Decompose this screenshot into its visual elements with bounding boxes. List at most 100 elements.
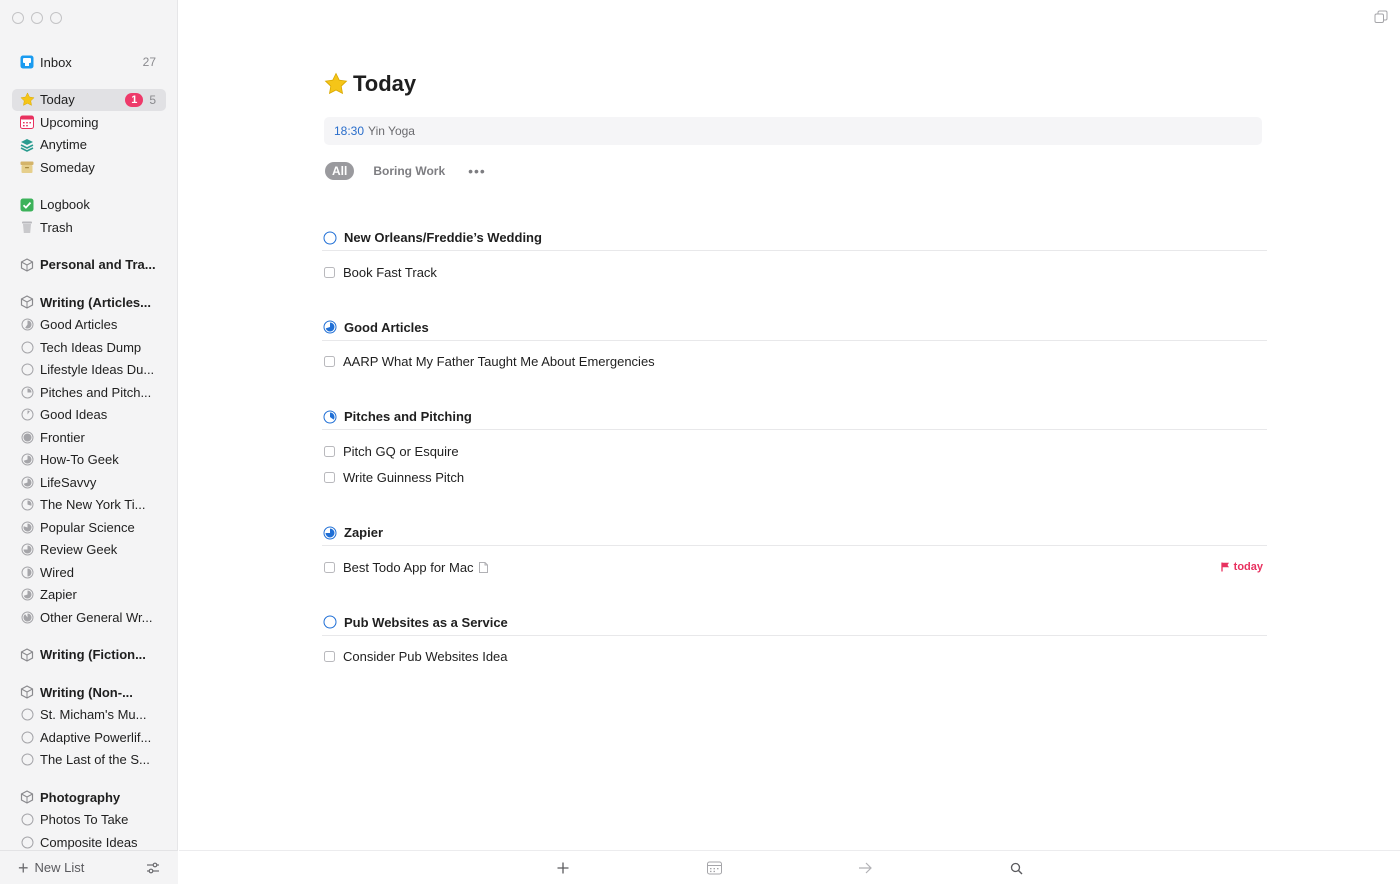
- calendar-event[interactable]: 18:30 Yin Yoga: [324, 117, 1262, 145]
- sidebar-project-item[interactable]: How-To Geek: [12, 449, 166, 472]
- task-row[interactable]: Write Guinness Pitch: [322, 465, 1267, 492]
- logbook-icon: [19, 197, 35, 213]
- sidebar-project-item[interactable]: The New York Ti...: [12, 494, 166, 517]
- today-count: 5: [149, 92, 156, 107]
- sidebar-project-item[interactable]: Tech Ideas Dump: [12, 336, 166, 359]
- more-tags-icon[interactable]: •••: [468, 163, 486, 179]
- sidebar-project-item[interactable]: Other General Wr...: [12, 606, 166, 629]
- progress-pie-icon: [323, 410, 337, 424]
- tag-filter-boring-work[interactable]: Boring Work: [366, 162, 452, 180]
- sidebar-project-item[interactable]: Good Articles: [12, 314, 166, 337]
- project-heading[interactable]: Pub Websites as a Service: [322, 610, 1267, 636]
- sidebar-item-today[interactable]: Today 1 5: [12, 88, 166, 111]
- search-icon[interactable]: [1008, 860, 1024, 876]
- progress-pie-icon: [19, 474, 35, 490]
- settings-sliders-icon[interactable]: [146, 861, 160, 875]
- close-window-button[interactable]: [12, 12, 24, 24]
- sidebar-project-label: Lifestyle Ideas Du...: [40, 362, 155, 378]
- project-group: New Orleans/Freddie’s Wedding Book Fast T…: [322, 225, 1267, 315]
- star-icon: [19, 92, 35, 108]
- progress-pie-icon: [19, 384, 35, 400]
- sidebar-project-label: Adaptive Powerlif...: [40, 729, 152, 745]
- task-row[interactable]: Consider Pub Websites Idea: [322, 644, 1267, 671]
- task-row[interactable]: Best Todo App for Mac today: [322, 554, 1267, 581]
- sidebar-project-item[interactable]: Adaptive Powerlif...: [12, 726, 166, 749]
- task-checkbox[interactable]: [324, 561, 335, 573]
- task-checkbox[interactable]: [324, 445, 335, 457]
- task-row[interactable]: Pitch GQ or Esquire: [322, 438, 1267, 465]
- sidebar-project-item[interactable]: Lifestyle Ideas Du...: [12, 359, 166, 382]
- project-heading[interactable]: Good Articles: [322, 315, 1267, 341]
- sidebar-project-item[interactable]: Review Geek: [12, 539, 166, 562]
- new-list-button[interactable]: New List: [35, 860, 146, 875]
- sidebar-area-writing-articles[interactable]: Writing (Articles...: [12, 291, 166, 314]
- sidebar-item-someday[interactable]: Someday: [12, 156, 166, 179]
- sidebar-project-item[interactable]: The Last of the S...: [12, 749, 166, 772]
- project-title: Pub Websites as a Service: [344, 614, 508, 630]
- sidebar-project-label: Frontier: [40, 429, 85, 445]
- sidebar-project-label: Photos To Take: [40, 812, 129, 828]
- calendar-icon[interactable]: [706, 860, 722, 876]
- area-cube-icon: [19, 789, 35, 805]
- inbox-icon: [19, 54, 35, 70]
- sidebar-item-anytime[interactable]: Anytime: [12, 134, 166, 157]
- sidebar-item-inbox[interactable]: Inbox 27: [12, 51, 166, 74]
- progress-pie-icon: [19, 729, 35, 745]
- sidebar-item-label: Someday: [40, 159, 95, 175]
- sidebar-project-item[interactable]: Pitches and Pitch...: [12, 381, 166, 404]
- zoom-window-button[interactable]: [50, 12, 62, 24]
- sidebar-item-logbook[interactable]: Logbook: [12, 194, 166, 217]
- sidebar-project-item[interactable]: LifeSavvy: [12, 471, 166, 494]
- event-time: 18:30: [334, 124, 365, 138]
- sidebar-area-photography[interactable]: Photography: [12, 786, 166, 809]
- project-heading[interactable]: Pitches and Pitching: [322, 404, 1267, 430]
- project-group: Good Articles AARP What My Father Taught …: [322, 315, 1267, 405]
- layers-icon: [19, 137, 35, 153]
- sidebar-project-label: How-To Geek: [40, 452, 119, 468]
- sidebar-project-item[interactable]: Photos To Take: [12, 809, 166, 832]
- plus-icon[interactable]: +: [18, 859, 29, 877]
- task-row[interactable]: AARP What My Father Taught Me About Emer…: [322, 349, 1267, 376]
- task-checkbox[interactable]: [324, 356, 335, 368]
- area-cube-icon: [19, 294, 35, 310]
- task-title: AARP What My Father Taught Me About Emer…: [343, 354, 655, 370]
- sidebar-project-label: LifeSavvy: [40, 474, 97, 490]
- sidebar-project-item[interactable]: Frontier: [12, 426, 166, 449]
- sidebar-area-label: Writing (Articles...: [40, 294, 151, 310]
- project-heading[interactable]: New Orleans/Freddie’s Wedding: [322, 225, 1267, 251]
- task-checkbox[interactable]: [324, 266, 335, 278]
- sidebar-project-item[interactable]: Zapier: [12, 584, 166, 607]
- new-window-icon[interactable]: [1374, 10, 1388, 24]
- inbox-count: 27: [142, 55, 156, 70]
- sidebar-item-upcoming[interactable]: Upcoming: [12, 111, 166, 134]
- sidebar-area-personal[interactable]: Personal and Tra...: [12, 254, 166, 277]
- sidebar-project-item[interactable]: Good Ideas: [12, 404, 166, 427]
- task-title: Pitch GQ or Esquire: [343, 443, 459, 459]
- sidebar-project-label: Tech Ideas Dump: [40, 339, 142, 355]
- task-checkbox[interactable]: [324, 472, 335, 484]
- area-cube-icon: [19, 684, 35, 700]
- sidebar-project-item[interactable]: Popular Science: [12, 516, 166, 539]
- sidebar-area-writing-nonfiction[interactable]: Writing (Non-...: [12, 681, 166, 704]
- sidebar-project-label: Review Geek: [40, 542, 118, 558]
- sidebar-area-writing-fiction[interactable]: Writing (Fiction...: [12, 644, 166, 667]
- sidebar-project-item[interactable]: St. Micham's Mu...: [12, 704, 166, 727]
- window-controls: [12, 12, 62, 24]
- area-cube-icon: [19, 647, 35, 663]
- project-heading[interactable]: Zapier: [322, 520, 1267, 546]
- sidebar-project-item[interactable]: Wired: [12, 561, 166, 584]
- progress-pie-icon: [19, 752, 35, 768]
- tag-filter-all[interactable]: All: [325, 162, 355, 180]
- plus-icon[interactable]: [555, 860, 571, 876]
- archive-box-icon: [19, 159, 35, 175]
- sidebar-item-trash[interactable]: Trash: [12, 216, 166, 239]
- progress-pie-icon: [19, 542, 35, 558]
- sidebar-area-label: Writing (Non-...: [40, 684, 133, 700]
- sidebar-project-label: Pitches and Pitch...: [40, 384, 152, 400]
- tag-filter-bar: All Boring Work •••: [325, 162, 486, 180]
- task-row[interactable]: Book Fast Track: [322, 259, 1267, 286]
- arrow-right-icon[interactable]: [857, 860, 873, 876]
- minimize-window-button[interactable]: [31, 12, 43, 24]
- project-group: Zapier Best Todo App for Mac today: [322, 520, 1267, 610]
- task-checkbox[interactable]: [324, 651, 335, 663]
